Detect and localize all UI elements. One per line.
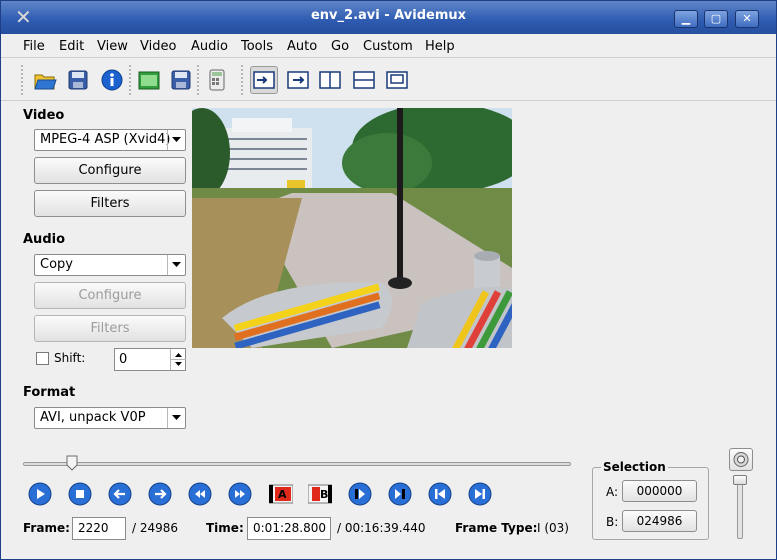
output-view-icon[interactable] (284, 66, 312, 94)
volume-slider-track[interactable] (737, 479, 743, 539)
time-label: Time: (206, 521, 244, 535)
audio-filters-button[interactable]: Filters (34, 315, 186, 342)
toolbar-grip-3[interactable] (197, 65, 201, 95)
selection-a-button[interactable]: 000000 (622, 480, 697, 502)
goto-marker-a-button[interactable] (348, 482, 372, 506)
side-by-side-icon[interactable] (316, 66, 344, 94)
save-video-icon[interactable] (167, 66, 195, 94)
shift-value: 0 (119, 352, 128, 367)
toolbar (1, 59, 776, 101)
top-bottom-icon[interactable] (350, 66, 378, 94)
toolbar-grip-2[interactable] (129, 65, 133, 95)
time-total: / 00:16:39.440 (337, 521, 426, 535)
open-icon[interactable] (31, 66, 59, 94)
goto-start-button[interactable] (428, 482, 452, 506)
selection-a-label: A: (606, 485, 619, 499)
play-button[interactable] (28, 482, 52, 506)
set-marker-a-button[interactable]: A (268, 482, 294, 506)
next-keyframe-button[interactable] (228, 482, 252, 506)
spin-arrows-icon[interactable] (170, 349, 186, 370)
minimize-button[interactable]: ▁ (674, 10, 698, 28)
video-preview (192, 108, 512, 348)
frame-label: Frame: (23, 521, 70, 535)
marker-b-letter: B (320, 488, 329, 501)
preview-icon[interactable] (383, 66, 411, 94)
menu-tools[interactable]: Tools (241, 39, 273, 54)
goto-end-button[interactable] (468, 482, 492, 506)
title-bar[interactable]: ✕ env_2.avi - Avidemux ▁ ▢ ✕ (1, 1, 776, 34)
seek-track[interactable] (23, 462, 571, 466)
volume-button[interactable] (729, 448, 753, 471)
audio-configure-button[interactable]: Configure (34, 282, 186, 309)
shift-checkbox[interactable] (36, 352, 49, 365)
video-codec-value: MPEG-4 ASP (Xvid4) (40, 132, 171, 147)
selection-title: Selection (601, 460, 668, 474)
audio-section-label: Audio (23, 232, 66, 247)
menu-video[interactable]: Video (140, 39, 176, 54)
format-select[interactable]: AVI, unpack V0P (34, 407, 186, 429)
shift-label: Shift: (54, 351, 86, 365)
toolbar-grip-4[interactable] (241, 65, 245, 95)
time-input[interactable]: 0:01:28.800 (247, 517, 331, 540)
calculator-icon[interactable] (203, 66, 231, 94)
open-folder-icon[interactable] (135, 66, 163, 94)
frame-type-label: Frame Type: (455, 521, 538, 535)
input-view-icon[interactable] (250, 66, 278, 94)
video-filters-button[interactable]: Filters (34, 190, 186, 217)
menu-custom[interactable]: Custom (363, 39, 413, 54)
format-section-label: Format (23, 385, 76, 400)
chevron-down-icon (167, 408, 185, 428)
menu-go[interactable]: Go (331, 39, 349, 54)
maximize-button[interactable]: ▢ (704, 10, 728, 28)
frame-type-value: I (03) (537, 521, 569, 535)
video-codec-select[interactable]: MPEG-4 ASP (Xvid4) (34, 129, 186, 151)
menu-file[interactable]: File (23, 39, 45, 54)
menu-view[interactable]: View (97, 39, 128, 54)
avidemux-window: ✕ env_2.avi - Avidemux ▁ ▢ ✕ File Edit V… (0, 0, 777, 560)
shift-spinbox[interactable]: 0 (114, 348, 186, 371)
seek-thumb[interactable] (66, 455, 78, 471)
menu-help[interactable]: Help (425, 39, 455, 54)
audio-codec-value: Copy (40, 257, 73, 272)
video-configure-button[interactable]: Configure (34, 157, 186, 184)
frame-total: / 24986 (132, 521, 179, 535)
format-value: AVI, unpack V0P (40, 410, 146, 425)
previous-frame-button[interactable] (108, 482, 132, 506)
menu-edit[interactable]: Edit (59, 39, 84, 54)
next-frame-button[interactable] (148, 482, 172, 506)
set-marker-b-button[interactable]: B (307, 482, 333, 506)
info-icon[interactable] (98, 66, 126, 94)
stop-button[interactable] (68, 482, 92, 506)
chevron-down-icon (167, 255, 185, 275)
audio-codec-select[interactable]: Copy (34, 254, 186, 276)
chevron-down-icon (167, 130, 185, 150)
menu-auto[interactable]: Auto (287, 39, 317, 54)
menu-audio[interactable]: Audio (191, 39, 228, 54)
volume-slider-thumb[interactable] (733, 475, 747, 485)
marker-a-letter: A (278, 488, 287, 501)
video-section-label: Video (23, 108, 65, 123)
save-icon[interactable] (64, 66, 92, 94)
frame-input[interactable]: 2220 (72, 517, 126, 540)
goto-marker-b-button[interactable] (388, 482, 412, 506)
menu-bar: File Edit View Video Audio Tools Auto Go… (1, 34, 776, 58)
selection-b-button[interactable]: 024986 (622, 510, 697, 532)
toolbar-grip[interactable] (21, 65, 25, 95)
previous-keyframe-button[interactable] (188, 482, 212, 506)
close-button[interactable]: ✕ (735, 10, 759, 28)
selection-b-label: B: (606, 515, 619, 529)
window-title: env_2.avi - Avidemux (310, 8, 467, 23)
